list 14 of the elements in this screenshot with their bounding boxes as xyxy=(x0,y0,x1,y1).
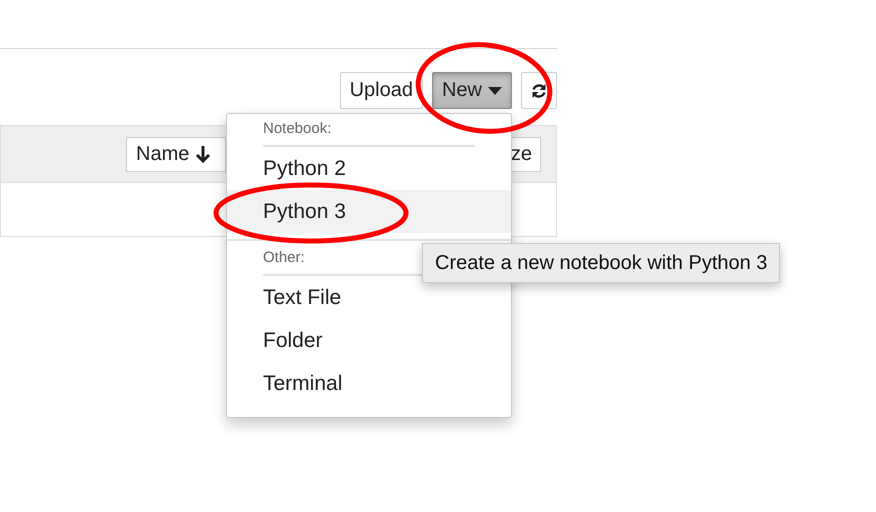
menu-item[interactable]: Terminal xyxy=(227,362,511,405)
menu-item[interactable]: Python 2 xyxy=(227,147,511,190)
menu-section-header: Notebook: xyxy=(263,120,332,137)
new-button[interactable]: New xyxy=(432,72,512,109)
down-arrow-icon xyxy=(195,145,212,163)
sort-name-button[interactable]: Name xyxy=(126,136,226,172)
tooltip: Create a new notebook with Python 3 xyxy=(422,243,780,283)
menu-item[interactable]: Folder xyxy=(227,319,511,362)
menu-item[interactable]: Text File xyxy=(227,276,511,319)
menu-section-header: Other: xyxy=(263,249,305,266)
caret-icon xyxy=(488,86,502,94)
refresh-icon xyxy=(531,82,547,100)
upload-button[interactable]: Upload xyxy=(340,72,423,109)
menu-item[interactable]: Python 3 xyxy=(227,190,511,233)
